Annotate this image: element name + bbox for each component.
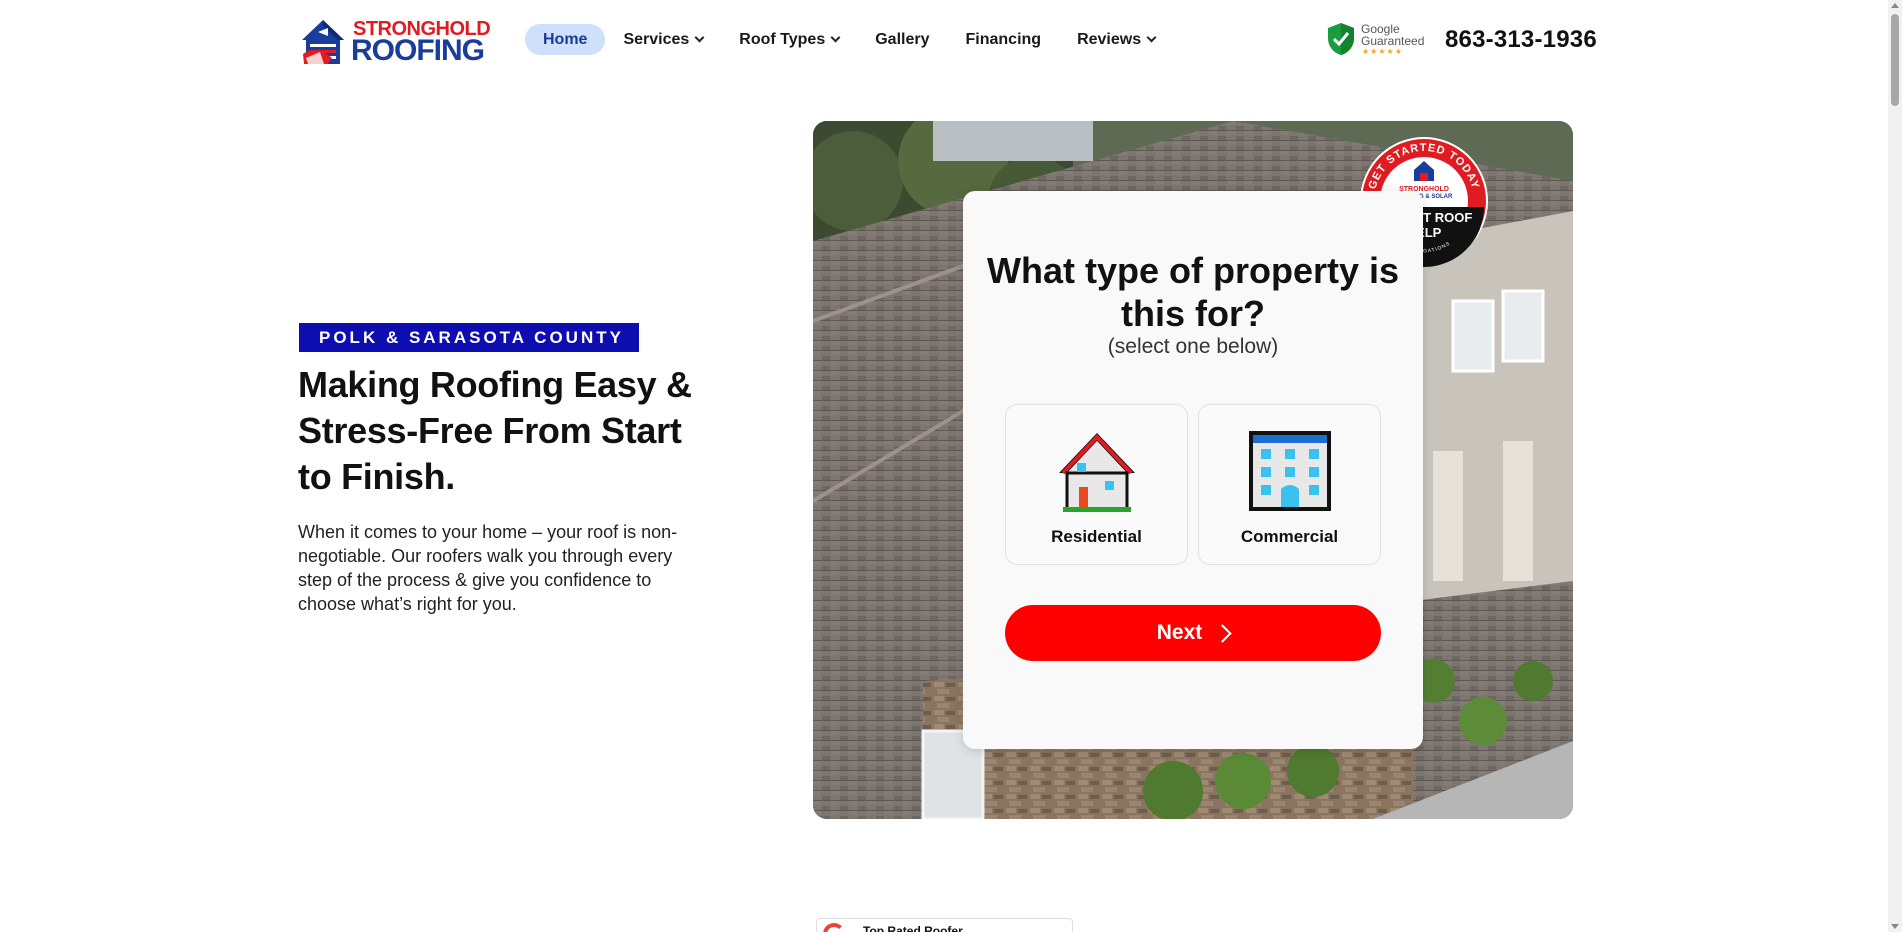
chevron-down-icon bbox=[694, 32, 705, 43]
top-rated-roofer-card: Top Rated Roofer bbox=[816, 918, 1073, 932]
nav-financing-label: Financing bbox=[965, 30, 1042, 48]
nav-reviews-label: Reviews bbox=[1077, 30, 1142, 48]
nav-financing[interactable]: Financing bbox=[948, 24, 1060, 55]
site-header: STRONGHOLD ROOFING Home Services Roof Ty… bbox=[0, 0, 1888, 80]
nav-roof-types[interactable]: Roof Types bbox=[721, 24, 857, 55]
location-tag: POLK & SARASOTA COUNTY bbox=[299, 323, 639, 352]
office-building-icon bbox=[1248, 431, 1331, 511]
hero-description: When it comes to your home – your roof i… bbox=[298, 522, 678, 614]
rating-stars: ★★★★★ bbox=[1362, 47, 1403, 56]
phone-number-link[interactable]: 863-313-1936 bbox=[1445, 26, 1597, 54]
nav-reviews[interactable]: Reviews bbox=[1059, 24, 1173, 55]
main-nav: Home Services Roof Types Gallery Financi… bbox=[525, 24, 1173, 55]
google-g-icon bbox=[823, 923, 845, 932]
form-question: What type of property is this for? bbox=[986, 250, 1400, 334]
option-residential[interactable]: Residential bbox=[1005, 404, 1188, 565]
nav-services-label: Services bbox=[623, 30, 690, 48]
nav-home-label: Home bbox=[543, 30, 588, 48]
next-button[interactable]: Next bbox=[1005, 605, 1381, 661]
scroll-up-arrow-icon[interactable] bbox=[1891, 3, 1899, 8]
property-type-form: What type of property is this for? (sele… bbox=[963, 191, 1423, 749]
guaranteed-label: Guaranteed bbox=[1361, 34, 1425, 48]
nav-gallery[interactable]: Gallery bbox=[857, 24, 947, 55]
chevron-down-icon bbox=[830, 32, 841, 43]
hero-title: Making Roofing Easy & Stress-Free From S… bbox=[298, 364, 692, 497]
chevron-down-icon bbox=[1146, 32, 1157, 43]
stronghold-logo[interactable]: STRONGHOLD ROOFING bbox=[298, 14, 491, 67]
form-subtext: (select one below) bbox=[1107, 335, 1279, 358]
chevron-right-icon bbox=[1213, 623, 1232, 643]
nav-home[interactable]: Home bbox=[525, 24, 606, 55]
house-icon bbox=[1058, 433, 1135, 512]
nav-roof-types-label: Roof Types bbox=[739, 30, 826, 48]
nav-services[interactable]: Services bbox=[605, 24, 721, 55]
option-commercial[interactable]: Commercial bbox=[1198, 404, 1381, 565]
scroll-thumb[interactable] bbox=[1891, 14, 1899, 106]
option-residential-label: Residential bbox=[1051, 527, 1142, 546]
page-scrollbar[interactable] bbox=[1888, 0, 1902, 932]
logo-line2: ROOFING bbox=[351, 34, 485, 67]
option-commercial-label: Commercial bbox=[1240, 527, 1339, 546]
scroll-down-arrow-icon[interactable] bbox=[1891, 924, 1899, 929]
review-card-title: Top Rated Roofer bbox=[863, 924, 963, 932]
logo-house-flag-icon bbox=[302, 20, 344, 64]
nav-gallery-label: Gallery bbox=[875, 30, 930, 48]
next-button-label: Next bbox=[1156, 621, 1203, 644]
google-guaranteed-badge[interactable]: Google Guaranteed ★★★★★ bbox=[1327, 20, 1427, 60]
shield-check-icon bbox=[1328, 23, 1354, 55]
